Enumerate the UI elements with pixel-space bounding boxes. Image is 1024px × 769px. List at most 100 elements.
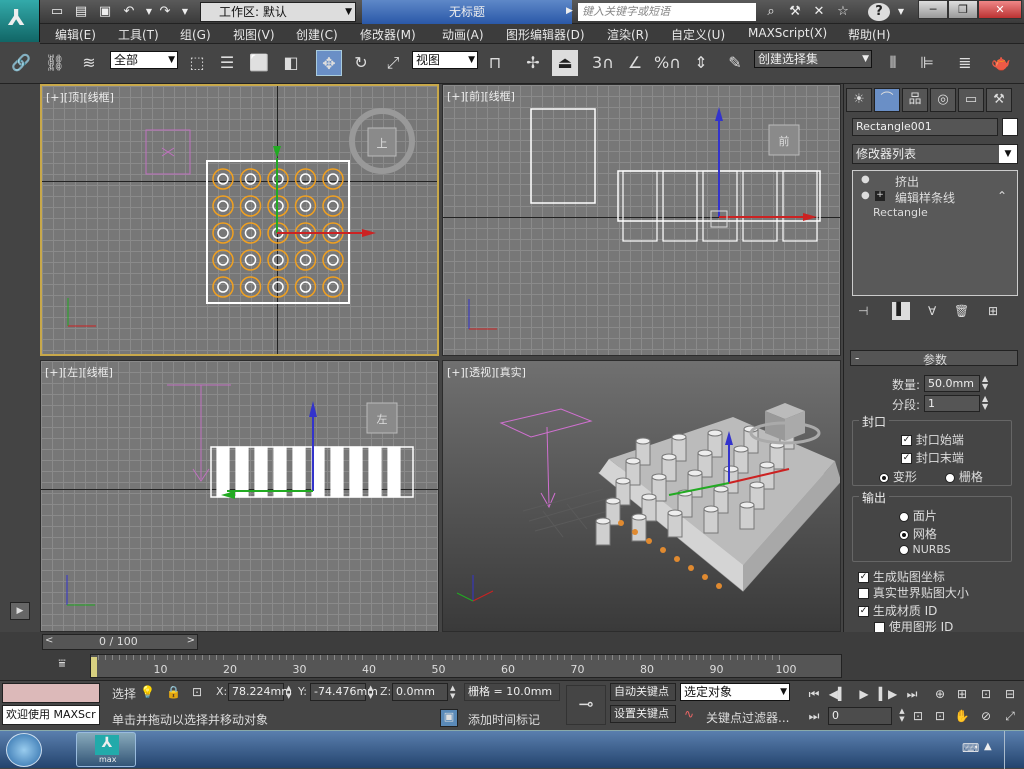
- save-icon[interactable]: ▣: [96, 3, 114, 21]
- viewport-front[interactable]: [+][前][线框] 前: [442, 84, 841, 356]
- spinner-arrows-icon[interactable]: ▲ ▼: [982, 375, 988, 391]
- unlink-icon[interactable]: ⛓: [42, 50, 68, 76]
- radio-selected-icon[interactable]: [879, 472, 889, 483]
- close-icon[interactable]: ✕: [978, 0, 1022, 19]
- next-frame-icon[interactable]: ▍▶: [878, 685, 898, 703]
- star-icon[interactable]: ☆: [834, 3, 852, 21]
- mirror-icon[interactable]: ⫴: [880, 50, 906, 76]
- time-slider[interactable]: < 0 / 100 >: [42, 634, 198, 650]
- pan-hand-icon[interactable]: ✋: [952, 707, 972, 725]
- object-name-field[interactable]: Rectangle001: [852, 118, 998, 136]
- menu-edit[interactable]: 编辑(E): [55, 26, 96, 43]
- taskbar-app-3dsmax[interactable]: ⅄ max: [76, 732, 136, 767]
- stack-item-edit-spline[interactable]: ● + 编辑样条线 ⌃: [853, 189, 1017, 205]
- select-manipulate-icon[interactable]: ✢: [520, 50, 546, 76]
- mesh-radio[interactable]: 网格: [899, 525, 937, 542]
- zoom-icon[interactable]: ⊡: [930, 707, 950, 725]
- gen-material-checkbox[interactable]: ✓ 生成材质 ID: [858, 602, 937, 619]
- open-file-icon[interactable]: ▤: [72, 3, 90, 21]
- menu-view[interactable]: 视图(V): [233, 26, 275, 43]
- utilities-tab-icon[interactable]: ⚒: [986, 88, 1012, 112]
- grid-radio[interactable]: 栅格: [945, 468, 983, 485]
- new-file-icon[interactable]: ▭: [48, 3, 66, 21]
- real-world-checkbox[interactable]: 真实世界贴图大小: [858, 584, 969, 601]
- align-icon[interactable]: ⊫: [914, 50, 940, 76]
- app-logo-icon[interactable]: ⅄: [0, 0, 40, 42]
- spinner-arrows-icon[interactable]: ▲ ▼: [286, 684, 291, 700]
- zoom-extents-all-icon[interactable]: ⊡: [976, 685, 996, 703]
- add-time-tag-label[interactable]: 添加时间标记: [468, 711, 540, 728]
- maxscript-output[interactable]: 欢迎使用 MAXScr: [2, 705, 100, 725]
- cap-end-checkbox[interactable]: ✓ 封口末端: [901, 449, 964, 466]
- lightbulb-icon[interactable]: ●: [861, 174, 870, 185]
- layer-manager-icon[interactable]: ≣: [952, 50, 978, 76]
- absolute-mode-icon[interactable]: ⊡: [192, 685, 202, 699]
- go-to-end-icon[interactable]: ⏭: [902, 685, 922, 703]
- edit-named-selection-icon[interactable]: ✎: [722, 50, 748, 76]
- chevron-left-icon[interactable]: <: [45, 635, 53, 646]
- help-button[interactable]: ?: [868, 3, 890, 21]
- chevron-up-icon[interactable]: ⌃: [997, 189, 1007, 203]
- chevron-right-icon[interactable]: >: [187, 635, 195, 646]
- undo-icon[interactable]: ↶: [120, 3, 138, 21]
- checkbox-checked-icon[interactable]: ✓: [858, 572, 869, 583]
- key-icon[interactable]: ⊸: [566, 685, 606, 725]
- redo-icon[interactable]: ↷: [156, 3, 174, 21]
- gen-mapping-checkbox[interactable]: ✓ 生成贴图坐标: [858, 568, 945, 585]
- key-filters-button[interactable]: 关键点过滤器...: [706, 709, 789, 726]
- play-icon[interactable]: ▶: [854, 685, 874, 703]
- key-mode-toggle-icon[interactable]: ⊕: [930, 685, 950, 703]
- show-desktop-button[interactable]: [1004, 731, 1024, 769]
- angle-snap-icon[interactable]: ∠: [622, 50, 648, 76]
- key-tool-icon[interactable]: ⚒: [786, 3, 804, 21]
- zoom-extents-icon[interactable]: ⊞: [952, 685, 972, 703]
- checkbox-checked-icon[interactable]: ✓: [901, 435, 912, 446]
- maxscript-mini-listener[interactable]: [2, 683, 100, 703]
- y-coord-input[interactable]: -74.476mm: [310, 683, 378, 701]
- nurbs-radio[interactable]: NURBS: [899, 543, 951, 556]
- viewport-left[interactable]: [+][左][线框] 左: [40, 360, 439, 632]
- redo-dropdown-icon[interactable]: ▼: [176, 3, 194, 21]
- keyboard-shortcut-override-icon[interactable]: ⏏: [552, 50, 578, 76]
- maximize-viewport-icon[interactable]: ⤢: [1000, 707, 1020, 725]
- time-tag-icon[interactable]: ▣: [440, 709, 458, 727]
- start-button-icon[interactable]: [6, 733, 42, 767]
- maxscript-listener-icon[interactable]: ▶: [10, 602, 30, 620]
- checkbox-checked-icon[interactable]: ✓: [858, 606, 869, 617]
- motion-tab-icon[interactable]: ◎: [930, 88, 956, 112]
- configure-sets-icon[interactable]: ⊞: [988, 304, 998, 318]
- select-and-scale-icon[interactable]: ⤢: [380, 50, 406, 76]
- cap-start-checkbox[interactable]: ✓ 封口始端: [901, 431, 964, 448]
- restore-icon[interactable]: ❐: [948, 0, 978, 19]
- set-key-button[interactable]: 设置关键点: [610, 705, 676, 723]
- menu-group[interactable]: 组(G): [180, 26, 211, 43]
- viewport-perspective[interactable]: [+][透视][真实]: [442, 360, 841, 632]
- spinner-arrows-icon[interactable]: ▲ ▼: [982, 395, 988, 411]
- orbit-icon[interactable]: ⊘: [976, 707, 996, 725]
- named-selection-dropdown[interactable]: 创建选择集 ▼: [754, 50, 872, 68]
- spinner-arrows-icon[interactable]: ▲ ▼: [368, 684, 373, 700]
- previous-frame-icon[interactable]: ◀▍: [828, 685, 848, 703]
- create-tab-icon[interactable]: ☀: [846, 88, 872, 112]
- time-config-icon[interactable]: ⏭: [804, 707, 824, 725]
- spinner-arrows-icon[interactable]: ▲ ▼: [450, 684, 455, 700]
- morph-radio[interactable]: 变形: [879, 468, 917, 485]
- menu-customize[interactable]: 自定义(U): [671, 26, 725, 43]
- isolate-icon[interactable]: 💡: [140, 685, 155, 699]
- current-frame-input[interactable]: 0: [828, 707, 892, 725]
- hierarchy-tab-icon[interactable]: 品: [902, 88, 928, 112]
- amount-input[interactable]: 50.0mm: [924, 375, 980, 392]
- keyboard-icon[interactable]: ⌨: [962, 741, 979, 755]
- selection-filter-dropdown[interactable]: 全部 ▼: [110, 51, 178, 69]
- link-icon[interactable]: 🔗: [8, 50, 34, 76]
- menu-help[interactable]: 帮助(H): [848, 26, 890, 43]
- reference-coordinate-dropdown[interactable]: 视图 ▼: [412, 51, 478, 69]
- rectangular-selection-icon[interactable]: ⬜: [246, 50, 272, 76]
- segments-input[interactable]: 1: [924, 395, 980, 412]
- window-crossing-icon[interactable]: ◧: [278, 50, 304, 76]
- go-to-start-icon[interactable]: ⏮: [804, 685, 824, 703]
- auto-key-button[interactable]: 自动关键点: [610, 683, 676, 701]
- patch-radio[interactable]: 面片: [899, 507, 937, 524]
- stack-item-extrude[interactable]: ● 挤出: [853, 173, 1017, 189]
- binoculars-icon[interactable]: ⌕: [762, 3, 780, 21]
